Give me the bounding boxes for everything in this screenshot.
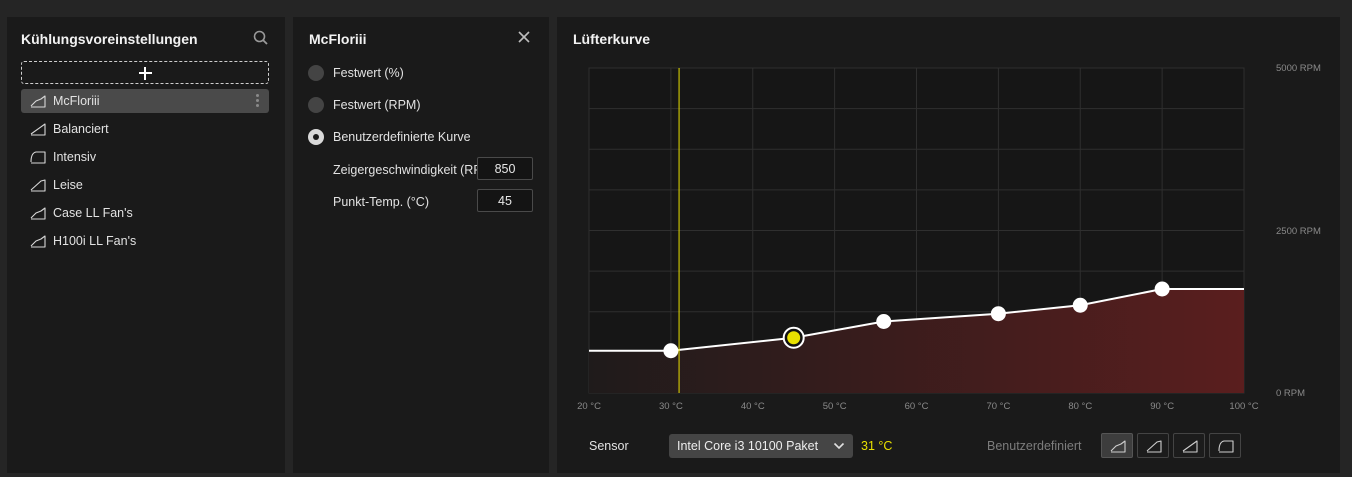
- sensor-label: Sensor: [589, 439, 629, 453]
- sensor-select[interactable]: Intel Core i3 10100 Paket: [669, 434, 853, 458]
- curve-custom-icon: [30, 95, 46, 108]
- preset-item[interactable]: Leise: [21, 173, 269, 197]
- x-tick-label: 20 °C: [577, 401, 601, 412]
- curve-custom-icon: [30, 207, 46, 220]
- x-tick-label: 40 °C: [740, 401, 765, 412]
- preset-item-label: H100i LL Fan's: [53, 234, 137, 248]
- mode-radio-option[interactable]: Benutzerdefinierte Kurve: [308, 128, 518, 146]
- presets-title: Kühlungsvoreinstellungen: [21, 31, 198, 47]
- y-tick-label: 2500 RPM: [1276, 225, 1321, 237]
- search-icon: [253, 30, 268, 45]
- curve-balanced-icon: [30, 123, 46, 136]
- chevron-down-icon: [833, 442, 845, 450]
- preset-item-label: McFloriii: [53, 94, 100, 108]
- x-tick-label: 90 °C: [1150, 401, 1175, 412]
- x-tick-label: 80 °C: [1068, 401, 1093, 412]
- radio-button[interactable]: [308, 97, 324, 113]
- curve-point-selected[interactable]: [787, 331, 801, 345]
- sensor-select-value: Intel Core i3 10100 Paket: [677, 439, 819, 453]
- y-tick-label: 0 RPM: [1276, 388, 1306, 399]
- curve-point[interactable]: [663, 343, 679, 359]
- point-temp-label: Punkt-Temp. (°C): [333, 195, 429, 209]
- curve-point[interactable]: [1072, 297, 1088, 313]
- curve-balanced-icon: [1182, 440, 1198, 453]
- pointer-speed-input[interactable]: [477, 157, 533, 180]
- preset-item-label: Case LL Fan's: [53, 206, 133, 220]
- preset-item[interactable]: Balanciert: [21, 117, 269, 141]
- curve-custom-icon: [1110, 440, 1126, 453]
- radio-label: Benutzerdefinierte Kurve: [333, 130, 471, 144]
- curve-mode-button[interactable]: [1101, 433, 1133, 458]
- settings-title: McFloriii: [309, 31, 367, 47]
- preset-item[interactable]: H100i LL Fan's: [21, 229, 269, 253]
- close-button[interactable]: [516, 29, 532, 45]
- pointer-speed-label: Zeigergeschwindigkeit (RPM): [333, 163, 478, 177]
- radio-button[interactable]: [308, 65, 324, 81]
- more-options-icon[interactable]: [256, 94, 260, 108]
- x-tick-label: 60 °C: [904, 401, 929, 412]
- preset-item-label: Balanciert: [53, 122, 109, 136]
- mode-radio-option[interactable]: Festwert (RPM): [308, 96, 518, 114]
- x-tick-label: 100 °C: [1229, 401, 1259, 412]
- curve-mode-button[interactable]: [1209, 433, 1241, 458]
- preset-item[interactable]: McFloriii: [21, 89, 269, 113]
- presets-panel: Kühlungsvoreinstellungen McFloriii Balanc…: [7, 17, 285, 473]
- curve-mode-button[interactable]: [1137, 433, 1169, 458]
- close-icon: [518, 31, 530, 43]
- x-tick-label: 30 °C: [658, 401, 683, 412]
- fan-curve-chart[interactable]: [557, 17, 1340, 417]
- curve-custom-icon: [30, 235, 46, 248]
- curve-point[interactable]: [990, 306, 1006, 322]
- curve-mode-label: Benutzerdefiniert: [987, 439, 1082, 453]
- add-preset-button[interactable]: [21, 61, 269, 84]
- fan-curve-panel: Lüfterkurve 20 °C 30 °C 40 °C 50 °C 60 °C 70 …: [557, 17, 1340, 473]
- sensor-temperature: 31 °C: [861, 439, 893, 453]
- curve-intensive-icon: [1218, 440, 1234, 453]
- curve-mode-button[interactable]: [1173, 433, 1205, 458]
- curve-point[interactable]: [1154, 281, 1170, 297]
- preset-item-label: Leise: [53, 178, 83, 192]
- preset-item[interactable]: Case LL Fan's: [21, 201, 269, 225]
- preset-item-label: Intensiv: [53, 150, 97, 164]
- curve-point[interactable]: [876, 314, 892, 329]
- y-tick-label: 5000 RPM: [1276, 63, 1321, 74]
- search-button[interactable]: [252, 29, 270, 47]
- mode-radio-option[interactable]: Festwert (%): [308, 64, 518, 82]
- preset-settings-panel: McFloriii Festwert (%) Festwert (RPM) Benu…: [293, 17, 549, 473]
- point-temp-input[interactable]: [477, 189, 533, 212]
- radio-label: Festwert (%): [333, 66, 404, 80]
- x-tick-label: 50 °C: [822, 401, 847, 412]
- curve-quiet-icon: [30, 179, 46, 192]
- radio-label: Festwert (RPM): [333, 98, 421, 112]
- x-tick-label: 70 °C: [986, 401, 1011, 412]
- curve-intensive-icon: [30, 151, 46, 164]
- radio-button[interactable]: [308, 129, 324, 145]
- curve-quiet-icon: [1146, 440, 1162, 453]
- preset-item[interactable]: Intensiv: [21, 145, 269, 169]
